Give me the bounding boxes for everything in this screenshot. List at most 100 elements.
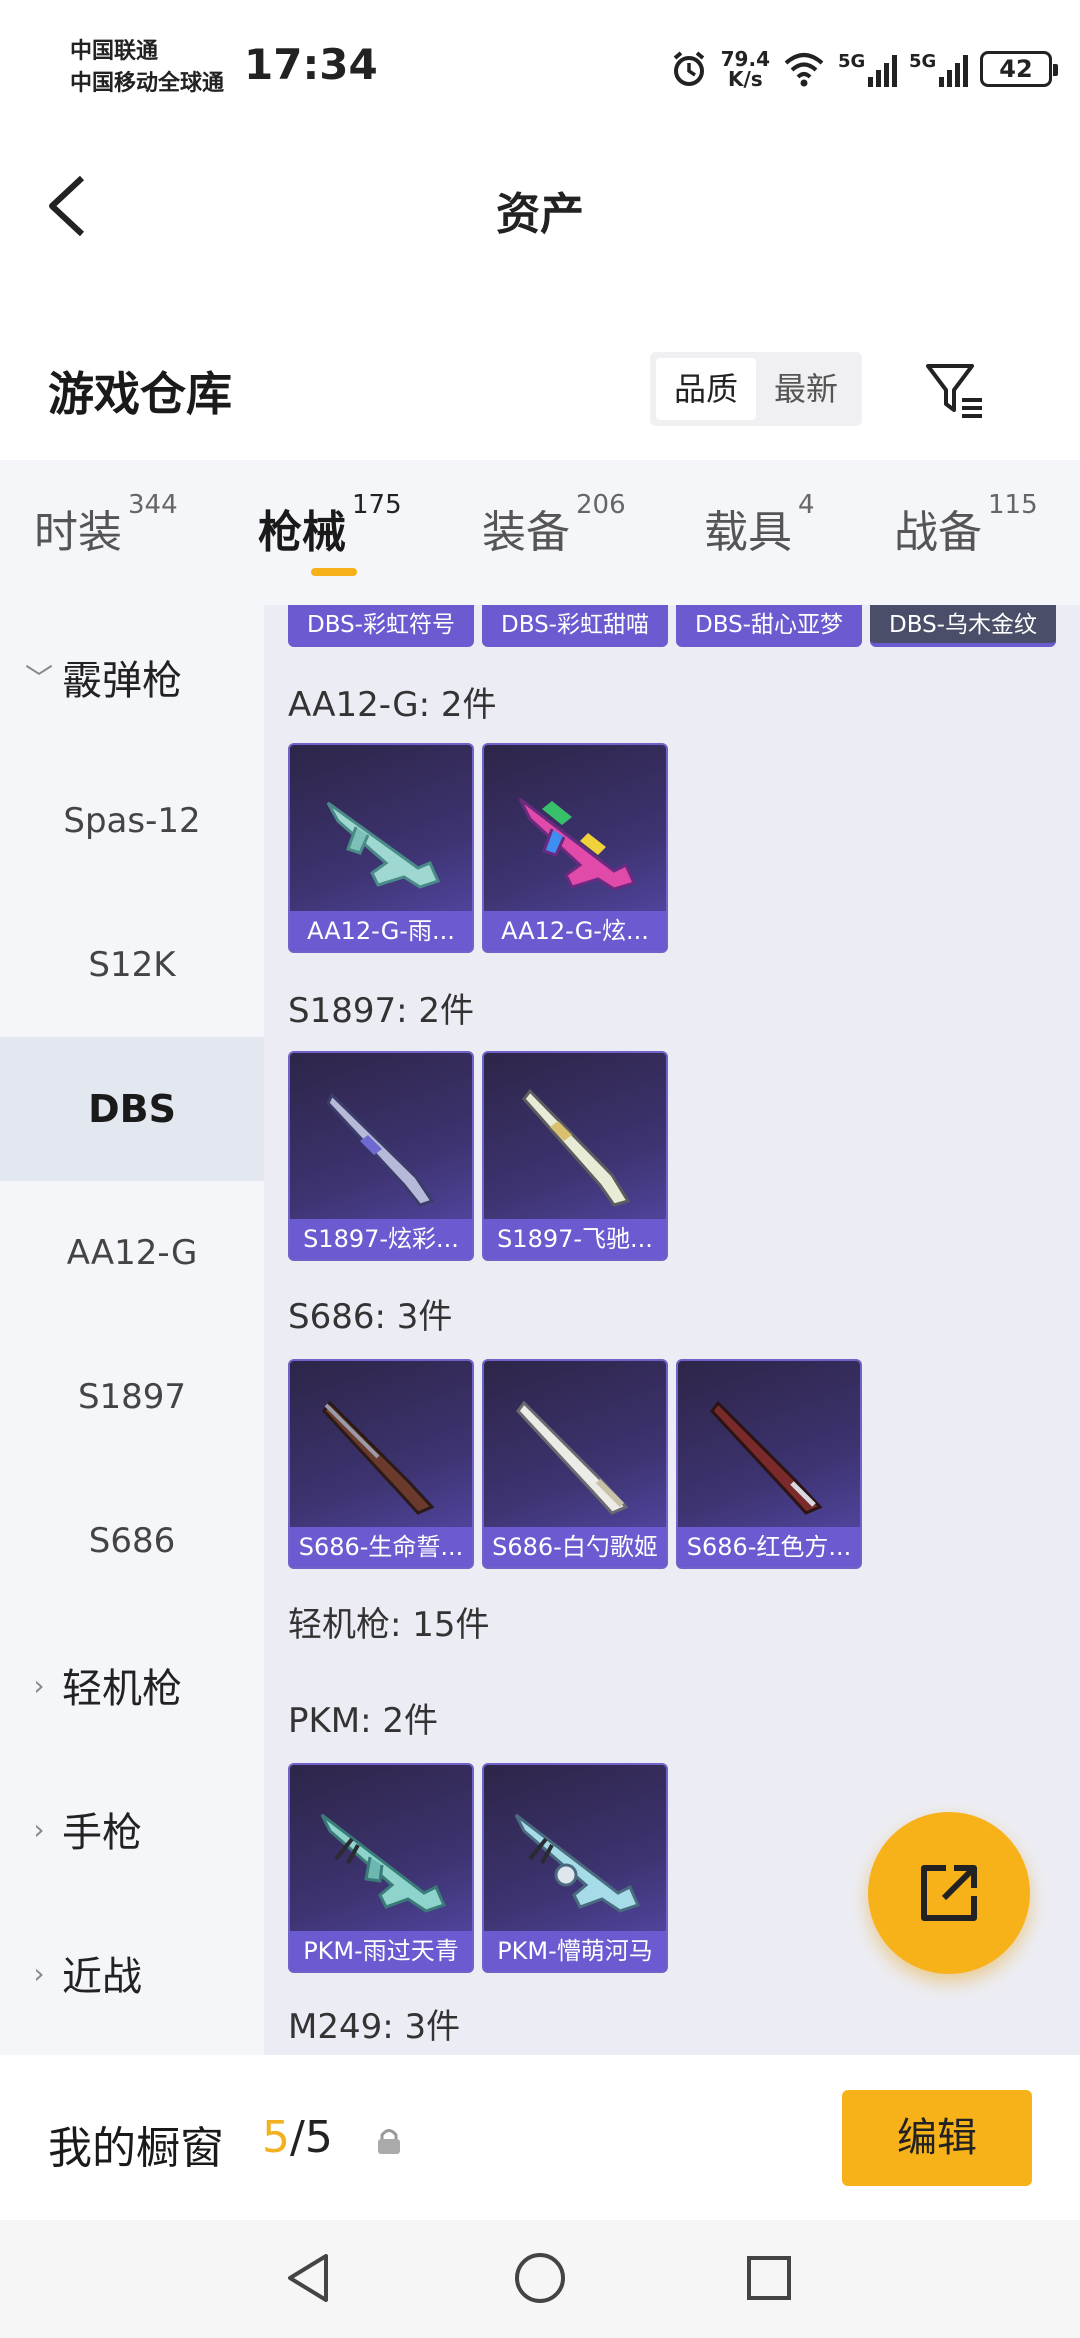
item-card[interactable]: S686-生命誓... [288, 1359, 474, 1569]
sidebar-item-lmg[interactable]: › 轻机枪 [0, 1613, 264, 1757]
tab-label: 战备 [894, 507, 982, 558]
sidebar-item-label: 轻机枪 [62, 1666, 182, 1712]
machine-gun-skin-icon [320, 1813, 447, 1913]
signal-2-icon: 5G [909, 51, 968, 87]
item-card-partial[interactable]: DBS-彩虹符号 [288, 605, 474, 647]
tab-firearms[interactable]: 枪械175 [258, 490, 402, 560]
item-card-label: PKM-雨过天青 [290, 1931, 472, 1971]
sidebar-item-pistol[interactable]: › 手枪 [0, 1757, 264, 1901]
showcase-label: 我的橱窗 [48, 2123, 224, 2174]
net-speed-unit: K/s [727, 67, 763, 91]
sidebar-item-label: 近战 [62, 1954, 142, 2000]
item-card[interactable]: S686-红色方... [676, 1359, 862, 1569]
chevron-right-icon: › [33, 1812, 45, 1846]
showcase-count-total: /5 [290, 2112, 333, 2163]
recents-square-icon[interactable] [744, 2250, 794, 2306]
tab-count: 344 [128, 490, 178, 520]
rifle-skin-icon [326, 801, 441, 889]
sidebar-item-s1897[interactable]: S1897 [0, 1325, 264, 1469]
sidebar-item-aa12g[interactable]: AA12-G [0, 1181, 264, 1325]
carrier-info: 中国联通 中国移动全球通 [70, 36, 224, 100]
shotgun-skin-icon [326, 1092, 435, 1207]
active-tab-indicator [311, 568, 357, 576]
item-card[interactable]: AA12-G-炫... [482, 743, 668, 953]
wifi-icon [784, 53, 824, 87]
home-circle-icon[interactable] [512, 2250, 568, 2306]
edit-button[interactable]: 编辑 [842, 2090, 1032, 2186]
share-fab-button[interactable] [868, 1812, 1030, 1974]
signal-1-icon: 5G [838, 51, 897, 87]
tab-label: 时装 [34, 507, 122, 558]
showcase-bar: 我的橱窗 5/5 编辑 [0, 2060, 1080, 2220]
sort-quality-button[interactable]: 品质 [656, 358, 757, 420]
showcase-count-current: 5 [262, 2112, 290, 2163]
shotgun-skin-icon [522, 1088, 631, 1207]
item-card-label: S1897-飞驰... [484, 1219, 666, 1259]
chevron-right-icon: › [33, 1668, 45, 1702]
battery-icon: 42 [980, 51, 1058, 87]
page-title: 资产 [496, 189, 584, 240]
item-card-partial[interactable]: DBS-乌木金纹 [870, 605, 1056, 647]
item-card[interactable]: AA12-G-雨... [288, 743, 474, 953]
weapon-type-sidebar: ﹀ 霰弹枪 Spas-12 S12K DBS AA12-G S1897 S686… [0, 605, 264, 2055]
item-card-label: AA12-G-炫... [484, 911, 666, 951]
back-triangle-icon[interactable] [282, 2250, 336, 2306]
tab-count: 175 [352, 490, 402, 520]
app-header: 资产 [0, 130, 1080, 280]
group-title: AA12-G: 2件 [288, 685, 497, 725]
tab-vehicles[interactable]: 载具4 [704, 490, 815, 560]
shotgun-skin-icon [710, 1400, 823, 1515]
status-icons: 79.4 K/s 5G 5G 42 [669, 44, 1058, 94]
item-card-label: S686-红色方... [678, 1527, 860, 1567]
filter-icon[interactable] [922, 358, 986, 422]
tab-label: 枪械 [258, 507, 346, 558]
item-card-label: AA12-G-雨... [290, 911, 472, 951]
tab-equipment[interactable]: 装备206 [482, 490, 626, 560]
tab-count: 206 [576, 490, 626, 520]
sidebar-item-s686[interactable]: S686 [0, 1469, 264, 1613]
share-export-icon [921, 1865, 977, 1921]
item-card-partial[interactable]: DBS-彩虹甜喵 [482, 605, 668, 647]
tab-label: 装备 [482, 507, 570, 558]
carrier-1: 中国联通 [70, 39, 159, 64]
tab-fashion[interactable]: 时装344 [34, 490, 178, 560]
carrier-2: 中国移动全球通 [70, 71, 225, 96]
signal-1-tag: 5G [838, 51, 866, 72]
clock: 17:34 [244, 40, 378, 89]
shotgun-skin-icon [516, 1400, 629, 1515]
group-title: M249: 3件 [288, 2007, 461, 2047]
tab-supplies[interactable]: 战备115 [894, 490, 1038, 560]
sidebar-item-shotgun[interactable]: ﹀ 霰弹枪 [0, 605, 264, 749]
item-card-partial[interactable]: DBS-甜心亚梦 [676, 605, 862, 647]
rifle-skin-icon [518, 797, 637, 891]
warehouse-bar: 游戏仓库 品质 最新 [0, 330, 1080, 450]
tab-label: 载具 [704, 507, 792, 558]
shotgun-skin-icon [322, 1400, 435, 1515]
item-card[interactable]: PKM-懵萌河马 [482, 1763, 668, 1973]
lock-icon [378, 2129, 400, 2154]
item-card-label: S686-生命誓... [290, 1527, 472, 1567]
sort-newest-button[interactable]: 最新 [756, 358, 856, 420]
item-card[interactable]: S686-白勺歌姬 [482, 1359, 668, 1569]
sidebar-item-label: 手枪 [62, 1810, 142, 1856]
sidebar-item-label: 霰弹枪 [62, 658, 182, 704]
sidebar-item-spas12[interactable]: Spas-12 [0, 749, 264, 893]
status-bar: 中国联通 中国移动全球通 17:34 79.4 K/s 5G 5G 42 [0, 0, 1080, 130]
showcase-count: 5/5 [262, 2112, 333, 2163]
sidebar-item-s12k[interactable]: S12K [0, 893, 264, 1037]
category-tabs: 时装344 枪械175 装备206 载具4 战备115 [0, 460, 1080, 605]
sidebar-item-melee[interactable]: › 近战 [0, 1901, 264, 2045]
tab-count: 4 [798, 490, 815, 520]
group-title: S1897: 2件 [288, 991, 475, 1031]
item-card[interactable]: PKM-雨过天青 [288, 1763, 474, 1973]
alarm-icon [673, 51, 704, 86]
machine-gun-skin-icon [514, 1813, 641, 1913]
tab-count: 115 [988, 490, 1038, 520]
chevron-down-icon: ﹀ [24, 662, 53, 695]
sidebar-item-dbs[interactable]: DBS [0, 1037, 264, 1181]
group-title: PKM: 2件 [288, 1701, 439, 1741]
item-card[interactable]: S1897-飞驰... [482, 1051, 668, 1261]
chevron-right-icon: › [33, 1956, 45, 1990]
item-card[interactable]: S1897-炫彩... [288, 1051, 474, 1261]
signal-2-tag: 5G [909, 51, 937, 72]
